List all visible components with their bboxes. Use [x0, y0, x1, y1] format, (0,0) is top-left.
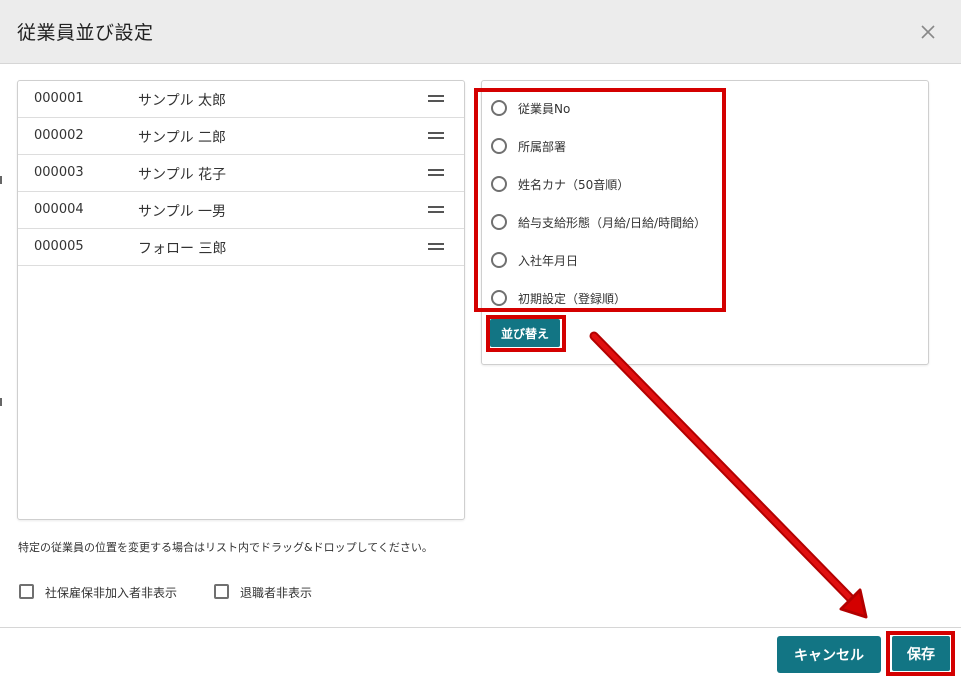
footer-divider [0, 627, 961, 628]
edge-mark [0, 398, 2, 406]
drag-handle-icon[interactable] [428, 95, 444, 103]
employee-id: 000003 [34, 165, 84, 180]
sort-option-label: 初期設定（登録順） [518, 292, 627, 306]
list-item[interactable]: 000001 サンプル 太郎 [18, 81, 464, 118]
radio-icon [491, 176, 507, 192]
drag-handle-icon[interactable] [428, 243, 444, 251]
radio-icon [491, 252, 507, 268]
list-item[interactable]: 000004 サンプル 一男 [18, 192, 464, 229]
sort-option-label: 従業員No [518, 102, 571, 116]
checkbox-icon [214, 584, 229, 599]
sort-option-label: 所属部署 [518, 140, 567, 154]
checkbox-label: 退職者非表示 [240, 586, 313, 600]
employee-name: フォロー 三郎 [138, 241, 227, 257]
employee-name: サンプル 太郎 [138, 93, 227, 109]
drag-handle-icon[interactable] [428, 169, 444, 177]
employee-list[interactable]: 000001 サンプル 太郎 000002 サンプル 二郎 000003 サンプ… [17, 80, 465, 520]
employee-name: サンプル 一男 [138, 204, 227, 220]
list-item[interactable]: 000002 サンプル 二郎 [18, 118, 464, 155]
radio-icon [491, 138, 507, 154]
employee-name: サンプル 二郎 [138, 130, 227, 146]
radio-icon [491, 100, 507, 116]
employee-name: サンプル 花子 [138, 167, 227, 183]
sort-option-label: 給与支給形態（月給/日給/時間給） [518, 216, 707, 230]
radio-icon [491, 290, 507, 306]
checkbox-label: 社保雇保非加入者非表示 [45, 586, 178, 600]
edge-mark [0, 176, 2, 184]
employee-id: 000002 [34, 128, 84, 143]
list-item[interactable]: 000003 サンプル 花子 [18, 155, 464, 192]
dialog-header: 従業員並び設定 [0, 0, 961, 64]
drag-handle-icon[interactable] [428, 132, 444, 140]
cancel-button[interactable]: キャンセル [777, 636, 881, 673]
drag-hint-text: 特定の従業員の位置を変更する場合はリスト内でドラッグ&ドロップしてください。 [18, 541, 433, 554]
close-button[interactable] [912, 16, 944, 48]
radio-icon [491, 214, 507, 230]
sort-option-label: 入社年月日 [518, 254, 579, 268]
drag-handle-icon[interactable] [428, 206, 444, 214]
dialog-title: 従業員並び設定 [17, 22, 154, 44]
checkbox-icon [19, 584, 34, 599]
employee-id: 000001 [34, 91, 84, 106]
sort-button[interactable]: 並び替え [490, 319, 560, 347]
sort-option-label: 姓名カナ（50音順） [518, 178, 630, 192]
close-icon [921, 25, 935, 39]
list-item[interactable]: 000005 フォロー 三郎 [18, 229, 464, 266]
save-button[interactable]: 保存 [892, 636, 950, 671]
employee-id: 000004 [34, 202, 84, 217]
employee-id: 000005 [34, 239, 84, 254]
